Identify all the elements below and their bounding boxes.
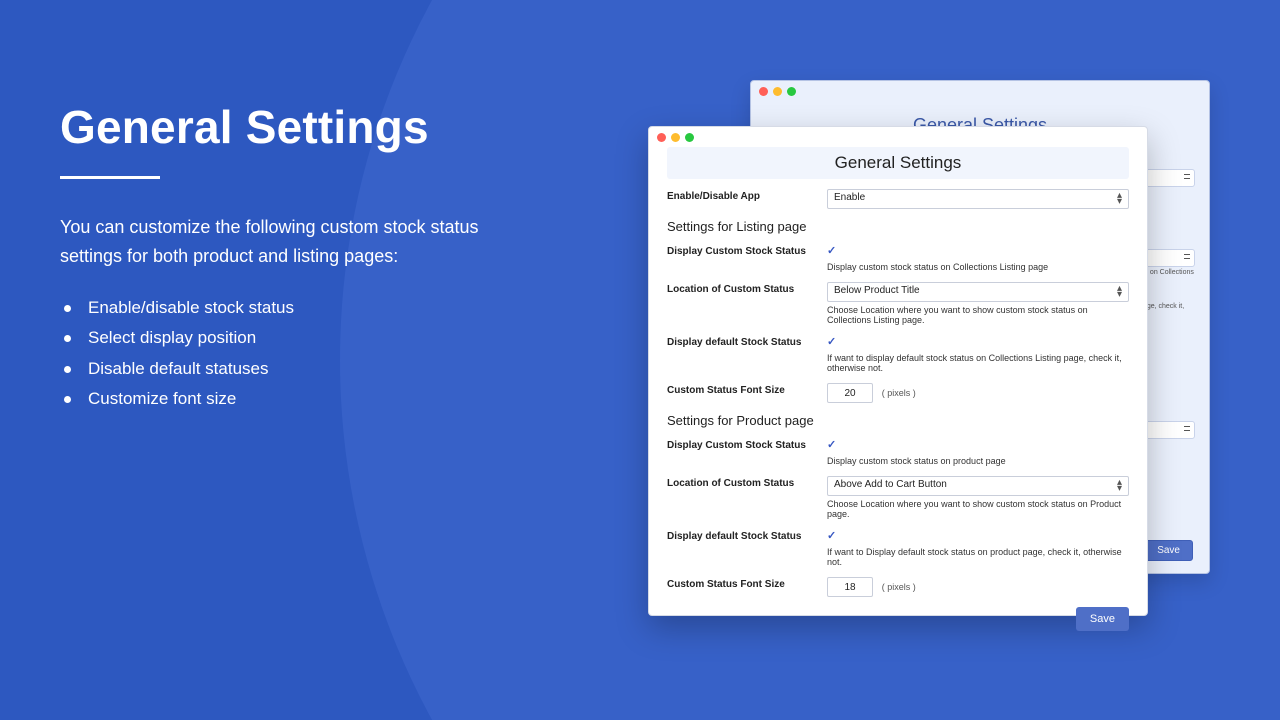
close-dot-icon xyxy=(759,87,768,96)
location-product-select[interactable]: Above Add to Cart Button ▴▾ xyxy=(827,476,1129,496)
location-product-hint: Choose Location where you want to show c… xyxy=(827,499,1129,519)
save-button[interactable]: Save xyxy=(1076,607,1129,631)
location-product-value: Above Add to Cart Button xyxy=(834,479,947,490)
display-custom-listing-hint: Display custom stock status on Collectio… xyxy=(827,262,1129,272)
display-default-label: Display default Stock Status xyxy=(667,529,827,542)
traffic-lights xyxy=(759,87,796,96)
hero-bullet-list: Enable/disable stock status Select displ… xyxy=(60,293,540,415)
hero-description: You can customize the following custom s… xyxy=(60,213,540,271)
location-label: Location of Custom Status xyxy=(667,282,827,295)
display-custom-label: Display Custom Stock Status xyxy=(667,244,827,257)
hero-copy: General Settings You can customize the f… xyxy=(60,100,540,415)
display-custom-product-hint: Display custom stock status on product p… xyxy=(827,456,1129,466)
display-custom-listing-checkbox[interactable]: ✓ xyxy=(827,244,836,257)
font-size-product-input[interactable]: 18 xyxy=(827,577,873,597)
hero-bullet: Customize font size xyxy=(60,384,540,415)
minimize-dot-icon xyxy=(773,87,782,96)
display-custom-product-checkbox[interactable]: ✓ xyxy=(827,438,836,451)
pixels-label: ( pixels ) xyxy=(882,388,916,398)
display-default-listing-checkbox[interactable]: ✓ xyxy=(827,335,836,348)
display-custom-label: Display Custom Stock Status xyxy=(667,438,827,451)
enable-app-value: Enable xyxy=(834,192,865,203)
location-listing-hint: Choose Location where you want to show c… xyxy=(827,305,1129,325)
font-size-listing-input[interactable]: 20 xyxy=(827,383,873,403)
location-listing-select[interactable]: Below Product Title ▴▾ xyxy=(827,282,1129,302)
promo-slide: General Settings You can customize the f… xyxy=(0,0,1280,720)
section-listing-heading: Settings for Listing page xyxy=(667,219,1129,234)
traffic-lights xyxy=(657,133,694,142)
enable-app-select[interactable]: Enable ▴▾ xyxy=(827,189,1129,209)
enable-app-label: Enable/Disable App xyxy=(667,189,827,202)
location-listing-value: Below Product Title xyxy=(834,285,920,296)
minimize-dot-icon[interactable] xyxy=(671,133,680,142)
display-default-product-checkbox[interactable]: ✓ xyxy=(827,529,836,542)
zoom-dot-icon xyxy=(787,87,796,96)
close-dot-icon[interactable] xyxy=(657,133,666,142)
display-default-listing-hint: If want to display default stock status … xyxy=(827,353,1129,373)
hero-bullet: Select display position xyxy=(60,323,540,354)
display-default-product-hint: If want to Display default stock status … xyxy=(827,547,1129,567)
select-caret-icon: ▴▾ xyxy=(1117,480,1122,492)
section-product-heading: Settings for Product page xyxy=(667,413,1129,428)
display-default-label: Display default Stock Status xyxy=(667,335,827,348)
select-caret-icon: ▴▾ xyxy=(1117,193,1122,205)
hero-divider xyxy=(60,176,160,179)
zoom-dot-icon[interactable] xyxy=(685,133,694,142)
hero-bullet: Enable/disable stock status xyxy=(60,293,540,324)
front-window-title: General Settings xyxy=(667,147,1129,179)
hero-bullet: Disable default statuses xyxy=(60,354,540,385)
font-size-label: Custom Status Font Size xyxy=(667,383,827,396)
back-save-button[interactable]: Save xyxy=(1144,540,1193,561)
select-caret-icon: ▴▾ xyxy=(1117,286,1122,298)
pixels-label: ( pixels ) xyxy=(882,582,916,592)
font-size-label: Custom Status Font Size xyxy=(667,577,827,590)
location-label: Location of Custom Status xyxy=(667,476,827,489)
hero-title: General Settings xyxy=(60,100,540,154)
settings-window-front: General Settings Enable/Disable App Enab… xyxy=(648,126,1148,616)
